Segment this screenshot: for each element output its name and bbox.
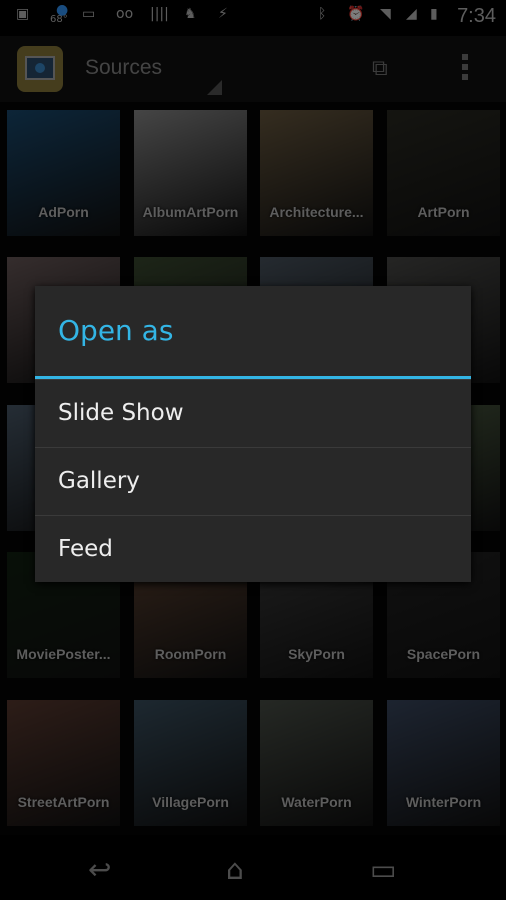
status-bar: ▣ 68° ● ▭ oo |||| ♞ ⚡ ᛒ ⏰ ◥ ◢ ▮ 7:34 <box>0 0 506 36</box>
option-feed[interactable]: Feed <box>35 515 471 583</box>
tile-label: RoomPorn <box>154 646 227 662</box>
voicemail-icon: oo <box>116 6 134 22</box>
source-tile[interactable]: AlbumArtPorn <box>134 110 247 236</box>
tile-label: Architecture... <box>269 204 364 220</box>
tile-label: AlbumArtPorn <box>142 204 239 220</box>
barcode-icon: |||| <box>150 6 169 22</box>
wifi-icon: ◥ <box>380 6 391 22</box>
overflow-menu-button[interactable] <box>462 54 470 84</box>
battery-charging-icon: ▮ <box>430 6 438 22</box>
source-tile[interactable]: StreetArtPorn <box>7 700 120 826</box>
tile-label: WaterPorn <box>281 794 352 810</box>
tile-label: VillagePorn <box>152 794 229 810</box>
tile-label: MoviePoster... <box>16 646 111 662</box>
source-tile[interactable]: WinterPorn <box>387 700 500 826</box>
back-button[interactable]: ↩ <box>88 853 111 886</box>
home-button[interactable]: ⌂ <box>226 853 244 886</box>
option-gallery[interactable]: Gallery <box>35 447 471 515</box>
open-as-dialog: Open as Slide Show Gallery Feed <box>35 286 471 582</box>
signal-icon: ◢ <box>406 6 417 22</box>
image-icon: ▣ <box>16 6 30 22</box>
alarm-icon: ⏰ <box>347 6 365 22</box>
source-tile[interactable]: Architecture... <box>260 110 373 236</box>
tile-label: SkyPorn <box>288 646 345 662</box>
app-icon[interactable] <box>17 46 63 92</box>
navigation-bar: ↩ ⌂ ▭ <box>0 835 506 900</box>
llama-icon: ♞ <box>184 6 197 22</box>
clock: 7:34 <box>457 5 496 27</box>
weather-drop-icon: ● <box>56 2 69 18</box>
sources-spinner[interactable]: Sources <box>85 56 162 80</box>
source-tile[interactable]: ArtPorn <box>387 110 500 236</box>
bluetooth-icon: ᛒ <box>318 6 327 22</box>
dropdown-indicator-icon <box>207 80 222 95</box>
source-tile[interactable]: WaterPorn <box>260 700 373 826</box>
add-source-button[interactable]: ⧉ <box>372 56 404 84</box>
tile-label: WinterPorn <box>405 794 482 810</box>
tile-label: AdPorn <box>38 204 89 220</box>
tile-label: ArtPorn <box>417 204 470 220</box>
lightning-icon: ⚡ <box>218 6 228 22</box>
source-tile[interactable]: AdPorn <box>7 110 120 236</box>
option-slide-show[interactable]: Slide Show <box>35 379 471 447</box>
source-tile[interactable]: VillagePorn <box>134 700 247 826</box>
cast-icon: ▭ <box>82 6 96 22</box>
dialog-title: Open as <box>58 314 174 347</box>
tile-label: StreetArtPorn <box>17 794 110 810</box>
recents-button[interactable]: ▭ <box>370 853 396 886</box>
action-bar: Sources ⧉ <box>0 36 506 102</box>
tile-label: SpacePorn <box>406 646 481 662</box>
